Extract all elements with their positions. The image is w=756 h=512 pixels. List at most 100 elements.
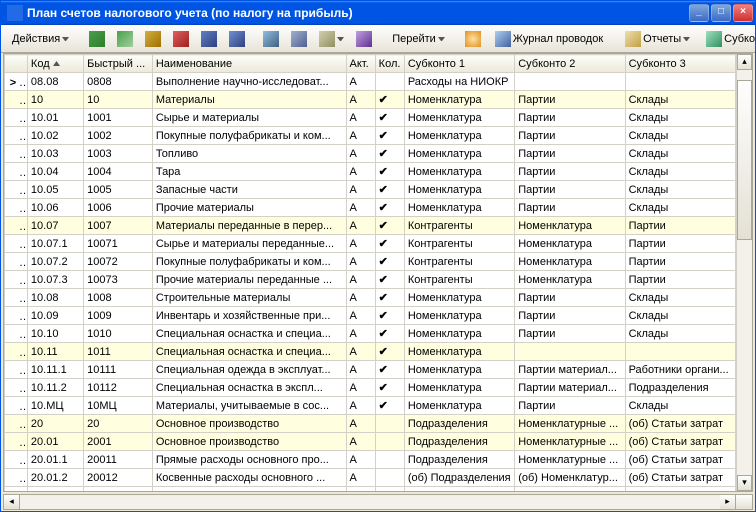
add-copy-button[interactable] [112,28,138,50]
cell-name: Специальная одежда в эксплуат... [152,361,346,379]
col-sub3[interactable]: Субконто 3 [625,55,735,73]
maximize-button[interactable]: □ [711,4,731,22]
window-title: План счетов налогового учета (по налогу … [27,6,689,20]
scroll-track-h[interactable] [20,495,720,509]
table-row[interactable]: 10.041004ТараА✔НоменклатураПартииСклады [5,163,736,181]
cell-kol: ✔ [375,343,404,361]
table-row[interactable]: 20.022002Производство продукции из дав..… [5,487,736,492]
col-sub2[interactable]: Субконто 2 [515,55,625,73]
cell-code: 10.04 [27,163,83,181]
scroll-left-button[interactable]: ◂ [4,495,20,509]
cell-fast: 2001 [84,433,153,451]
cell-fast: 1006 [84,199,153,217]
actions-menu[interactable]: Действия [5,28,76,50]
cell-akt: А [346,181,375,199]
cell-kol: ✔ [375,199,404,217]
cell-sub2: Партии [515,397,625,415]
table-row[interactable]: 20.01.220012Косвенные расходы основного … [5,469,736,487]
table-row[interactable]: 10.071007Материалы переданные в перер...… [5,217,736,235]
cell-sub1: Расходы на НИОКР [404,73,514,91]
cell-sub3: Склады [625,289,735,307]
table-row[interactable]: 10.021002Покупные полуфабрикаты и ком...… [5,127,736,145]
table-row[interactable]: >08.080808Выполнение научно-исследоват..… [5,73,736,91]
table-row[interactable]: 10.061006Прочие материалыА✔НоменклатураП… [5,199,736,217]
cell-sub2: Партии [515,145,625,163]
cell-akt: А [346,73,375,91]
table-row[interactable]: 10.МЦ10МЦМатериалы, учитываемые в сос...… [5,397,736,415]
add-button[interactable] [84,28,110,50]
table-row[interactable]: 10.07.110071Сырье и материалы переданные… [5,235,736,253]
cell-akt: А [346,343,375,361]
table-row[interactable]: 10.111011Специальная оснастка и специа..… [5,343,736,361]
cell-name: Покупные полуфабрикаты и ком... [152,253,346,271]
scroll-thumb[interactable] [737,80,752,240]
cell-code: 20.01 [27,433,83,451]
reports-menu[interactable]: Отчеты [618,28,697,50]
col-icon[interactable] [5,55,28,73]
subconto-menu[interactable]: Субконто [699,28,756,50]
cell-name: Специальная оснастка и специа... [152,343,346,361]
filter-button[interactable] [258,28,284,50]
table-row[interactable]: 10.11.110111Специальная одежда в эксплуа… [5,361,736,379]
table-row[interactable]: 10.11.210112Специальная оснастка в экспл… [5,379,736,397]
table-row[interactable]: 10.051005Запасные частиА✔НоменклатураПар… [5,181,736,199]
cell-sub2: Номенклатура [515,217,625,235]
resize-grip[interactable] [736,495,752,509]
table-row[interactable]: 20.01.120011Прямые расходы основного про… [5,451,736,469]
cell-sub2: Номенклатура [515,235,625,253]
table-row[interactable]: 10.081008Строительные материалыА✔Номенкл… [5,289,736,307]
copy-button[interactable] [314,28,349,50]
col-name[interactable]: Наименование [152,55,346,73]
sort-button[interactable] [351,28,377,50]
close-button[interactable]: × [733,4,753,22]
cell-sub3: (об) Статьи затрат [625,451,735,469]
scroll-track[interactable] [737,70,752,475]
goto-menu[interactable]: Перейти [385,28,452,50]
cell-kol [375,415,404,433]
cell-kol: ✔ [375,109,404,127]
cell-kol: ✔ [375,379,404,397]
scroll-down-button[interactable]: ▾ [737,475,752,491]
table-row[interactable]: 10.101010Специальная оснастка и специа..… [5,325,736,343]
cell-name: Специальная оснастка в экспл... [152,379,346,397]
cell-akt: А [346,487,375,492]
cell-name: Прочие материалы переданные ... [152,271,346,289]
delete-button[interactable] [168,28,194,50]
vertical-scrollbar[interactable]: ▴ ▾ [736,54,752,491]
cell-sub2: Партии [515,307,625,325]
col-kol[interactable]: Кол. [375,55,404,73]
journal-button[interactable]: Журнал проводок [488,28,610,50]
cell-akt: А [346,91,375,109]
cell-kol: ✔ [375,91,404,109]
refresh-button[interactable] [460,28,486,50]
cell-akt: А [346,415,375,433]
table-row[interactable]: 1010МатериалыА✔НоменклатураПартииСклады [5,91,736,109]
scroll-right-button[interactable]: ▸ [720,495,736,509]
cell-sub3: Склады [625,397,735,415]
cell-code: 10.11 [27,343,83,361]
hierarchy-button[interactable] [224,28,250,50]
table-row[interactable]: 10.07.310073Прочие материалы переданные … [5,271,736,289]
cell-code: 10.01 [27,109,83,127]
col-akt[interactable]: Акт. [346,55,375,73]
cell-akt: А [346,433,375,451]
table-row[interactable]: 10.011001Сырье и материалыА✔Номенклатура… [5,109,736,127]
table-row[interactable]: 10.07.210072Покупные полуфабрикаты и ком… [5,253,736,271]
table-row[interactable]: 2020Основное производствоАПодразделенияН… [5,415,736,433]
cell-akt: А [346,235,375,253]
table-row[interactable]: 10.091009Инвентарь и хозяйственные при..… [5,307,736,325]
col-sub1[interactable]: Субконто 1 [404,55,514,73]
edit-button[interactable] [140,28,166,50]
cell-name: Производство продукции из дав... [152,487,346,492]
cell-akt: А [346,109,375,127]
table-row[interactable]: 20.012001Основное производствоАПодраздел… [5,433,736,451]
col-fast[interactable]: Быстрый ... [84,55,153,73]
scroll-up-button[interactable]: ▴ [737,54,752,70]
move-button[interactable] [196,28,222,50]
table-row[interactable]: 10.031003ТопливоА✔НоменклатураПартииСкла… [5,145,736,163]
horizontal-scrollbar[interactable]: ◂ ▸ [3,494,753,510]
col-code[interactable]: Код [27,55,83,73]
filter-off-button[interactable] [286,28,312,50]
minimize-button[interactable]: _ [689,4,709,22]
accounts-table[interactable]: Код Быстрый ... Наименование Акт. Кол. С… [4,54,736,491]
